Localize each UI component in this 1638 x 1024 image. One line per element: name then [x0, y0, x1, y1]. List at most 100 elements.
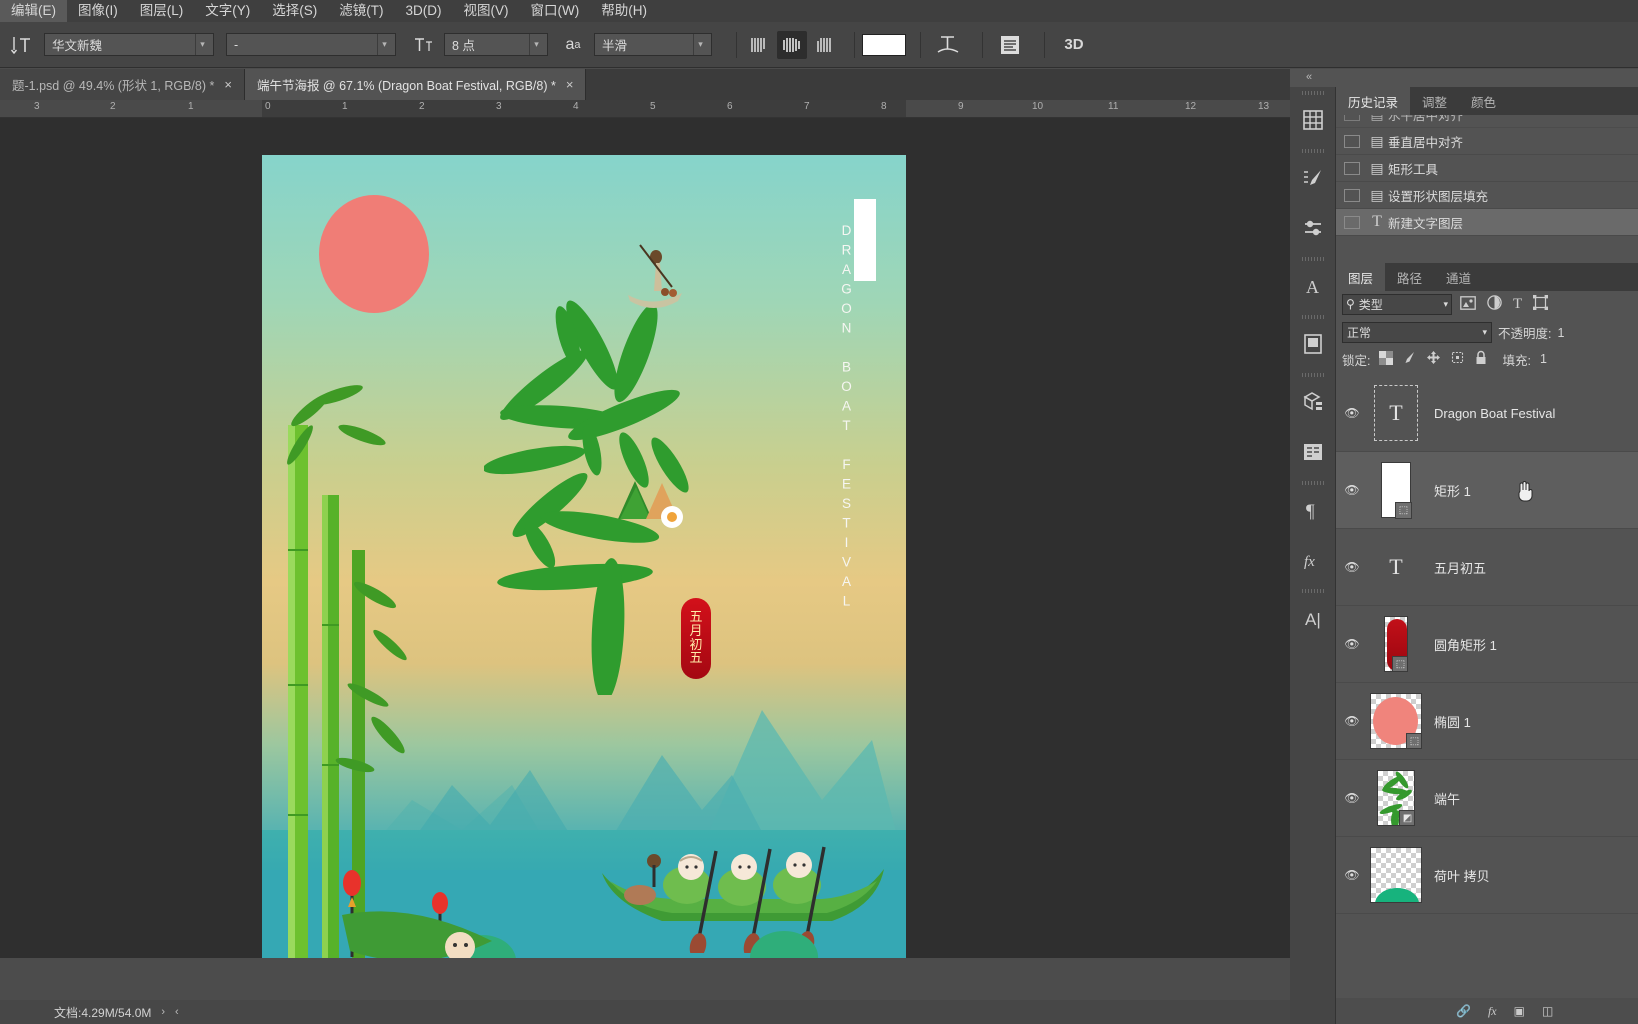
- align-center-icon[interactable]: [777, 30, 807, 59]
- layer-name[interactable]: Dragon Boat Festival: [1434, 406, 1555, 421]
- eye-icon[interactable]: 👁: [1336, 637, 1368, 651]
- layer-list[interactable]: 👁 T Dragon Boat Festival 👁 ⬚ 矩形 1 👁 T 五月…: [1336, 375, 1638, 1024]
- align-right-icon[interactable]: [809, 31, 839, 59]
- close-icon[interactable]: ×: [566, 77, 574, 92]
- status-prev-icon[interactable]: ‹: [175, 1006, 179, 1018]
- history-item[interactable]: ▤ 垂直居中对齐: [1336, 128, 1638, 155]
- antialias-select[interactable]: 半滑 ▾: [594, 33, 712, 56]
- tab-layers[interactable]: 图层: [1336, 263, 1386, 291]
- eye-icon[interactable]: 👁: [1336, 714, 1368, 728]
- link-icon[interactable]: 🔗: [1456, 1004, 1471, 1018]
- 3d-button[interactable]: 3D: [1052, 30, 1096, 60]
- group-icon[interactable]: ◫: [1542, 1004, 1553, 1018]
- layer-name[interactable]: 矩形 1: [1434, 481, 1471, 500]
- history-item[interactable]: ▤ 设置形状图层填充: [1336, 182, 1638, 209]
- history-state-list[interactable]: ▤ 水平居中对齐 ▤ 垂直居中对齐 ▤ 矩形工具: [1336, 115, 1638, 275]
- 3d-icon[interactable]: [1290, 377, 1336, 427]
- history-item-active[interactable]: T 新建文字图层: [1336, 209, 1638, 236]
- menu-item-view[interactable]: 视图(V): [453, 0, 520, 22]
- layer-name[interactable]: 荷叶 拷贝: [1434, 866, 1490, 885]
- table-row[interactable]: 👁 ⬚ 圆角矩形 1: [1336, 606, 1638, 683]
- menu-item-help[interactable]: 帮助(H): [590, 0, 658, 22]
- text-orientation-icon[interactable]: [4, 28, 38, 62]
- history-snapshot-checkbox[interactable]: [1344, 188, 1360, 202]
- properties-icon[interactable]: [1290, 427, 1336, 477]
- fx-icon[interactable]: fx: [1290, 535, 1336, 585]
- menu-item-window[interactable]: 窗口(W): [520, 0, 591, 22]
- table-row[interactable]: 👁 T Dragon Boat Festival: [1336, 375, 1638, 452]
- poster-artwork[interactable]: DRAGON BOAT FESTIVAL 五 月 初 五: [262, 155, 906, 958]
- document-tab-1[interactable]: 题-1.psd @ 49.4% (形状 1, RGB/8) * ×: [0, 69, 245, 100]
- menu-item-filter[interactable]: 滤镜(T): [328, 0, 394, 22]
- table-row[interactable]: 👁 荷叶 拷贝: [1336, 837, 1638, 914]
- close-icon[interactable]: ×: [224, 77, 232, 92]
- menu-item-edit[interactable]: 编辑(E): [0, 0, 67, 22]
- tab-paths[interactable]: 路径: [1385, 263, 1435, 291]
- layer-name[interactable]: 椭圆 1: [1434, 712, 1471, 731]
- layer-name[interactable]: 五月初五: [1434, 558, 1486, 577]
- document-tab-2[interactable]: 端午节海报 @ 67.1% (Dragon Boat Festival, RGB…: [244, 69, 587, 100]
- opacity-value[interactable]: 1: [1557, 326, 1564, 340]
- layer-filter-select[interactable]: ⚲ 类型 ▾: [1342, 293, 1452, 315]
- library-icon[interactable]: [1290, 319, 1336, 369]
- lock-transparency-icon[interactable]: [1379, 350, 1394, 368]
- layer-thumbnail[interactable]: ⬚: [1370, 693, 1422, 749]
- adjustment-filter-icon[interactable]: [1487, 295, 1502, 313]
- tab-adjustments[interactable]: 调整: [1410, 87, 1460, 115]
- layer-thumbnail[interactable]: ◩: [1370, 770, 1422, 826]
- status-next-icon[interactable]: ›: [161, 1006, 165, 1018]
- layer-thumbnail[interactable]: ⬚: [1370, 462, 1422, 519]
- layer-thumbnail[interactable]: T: [1370, 385, 1422, 441]
- brush-preset-icon[interactable]: [1290, 153, 1336, 203]
- paragraph-icon[interactable]: ¶: [1290, 485, 1336, 535]
- lock-position-icon[interactable]: [1426, 350, 1441, 368]
- history-snapshot-checkbox[interactable]: [1344, 115, 1360, 121]
- history-snapshot-checkbox[interactable]: [1344, 161, 1360, 175]
- lock-image-icon[interactable]: [1402, 350, 1417, 368]
- glyphs-icon[interactable]: A: [1290, 261, 1336, 311]
- layer-name[interactable]: 圆角矩形 1: [1434, 635, 1497, 654]
- lock-all-icon[interactable]: [1474, 350, 1488, 368]
- font-family-select[interactable]: 华文新魏 ▾: [44, 33, 214, 56]
- menu-item-image[interactable]: 图像(I): [67, 0, 129, 22]
- lock-artboard-icon[interactable]: [1450, 350, 1465, 368]
- shape-filter-icon[interactable]: [1533, 295, 1549, 313]
- eye-icon[interactable]: 👁: [1336, 483, 1368, 497]
- image-filter-icon[interactable]: [1460, 295, 1476, 313]
- eye-icon[interactable]: 👁: [1336, 868, 1368, 882]
- text-color-swatch[interactable]: [862, 33, 906, 56]
- canvas-area[interactable]: DRAGON BOAT FESTIVAL 五 月 初 五: [0, 118, 1290, 958]
- dragon-boat-festival-text[interactable]: DRAGON BOAT FESTIVAL: [839, 223, 854, 613]
- collapse-panels-icon[interactable]: «: [1306, 71, 1312, 83]
- history-item[interactable]: ▤ 矩形工具: [1336, 155, 1638, 182]
- white-rectangle-shape[interactable]: [854, 199, 876, 281]
- type-filter-icon[interactable]: T: [1513, 296, 1522, 313]
- adjustments-icon[interactable]: [1290, 203, 1336, 253]
- mask-icon[interactable]: ▣: [1514, 1004, 1525, 1018]
- eye-icon[interactable]: 👁: [1336, 560, 1368, 574]
- menu-item-type[interactable]: 文字(Y): [194, 0, 261, 22]
- tab-history[interactable]: 历史记录: [1336, 87, 1411, 115]
- layer-name[interactable]: 端午: [1434, 789, 1460, 808]
- fx-icon[interactable]: fx: [1488, 1004, 1497, 1019]
- tab-channels[interactable]: 通道: [1434, 263, 1484, 291]
- layer-thumbnail[interactable]: T: [1370, 539, 1422, 595]
- align-left-icon[interactable]: [745, 31, 775, 59]
- tab-color[interactable]: 颜色: [1459, 87, 1509, 115]
- menu-item-3d[interactable]: 3D(D): [395, 0, 453, 22]
- eye-icon[interactable]: 👁: [1336, 791, 1368, 805]
- font-size-select[interactable]: 8 点 ▾: [444, 33, 548, 56]
- layer-thumbnail[interactable]: ⬚: [1370, 616, 1422, 672]
- table-row[interactable]: 👁 ◩ 端午: [1336, 760, 1638, 837]
- history-snapshot-checkbox[interactable]: [1344, 134, 1360, 148]
- character-icon[interactable]: A|: [1290, 593, 1336, 643]
- grid-icon[interactable]: [1290, 95, 1336, 145]
- table-row[interactable]: 👁 ⬚ 矩形 1: [1336, 452, 1638, 529]
- fill-value[interactable]: 1: [1540, 352, 1547, 366]
- seal-label[interactable]: 五 月 初 五: [681, 598, 711, 679]
- menu-item-layer[interactable]: 图层(L): [129, 0, 195, 22]
- table-row[interactable]: 👁 ⬚ 椭圆 1: [1336, 683, 1638, 760]
- layer-thumbnail[interactable]: [1370, 847, 1422, 903]
- blend-mode-select[interactable]: 正常 ▾: [1342, 322, 1492, 343]
- eye-icon[interactable]: 👁: [1336, 406, 1368, 420]
